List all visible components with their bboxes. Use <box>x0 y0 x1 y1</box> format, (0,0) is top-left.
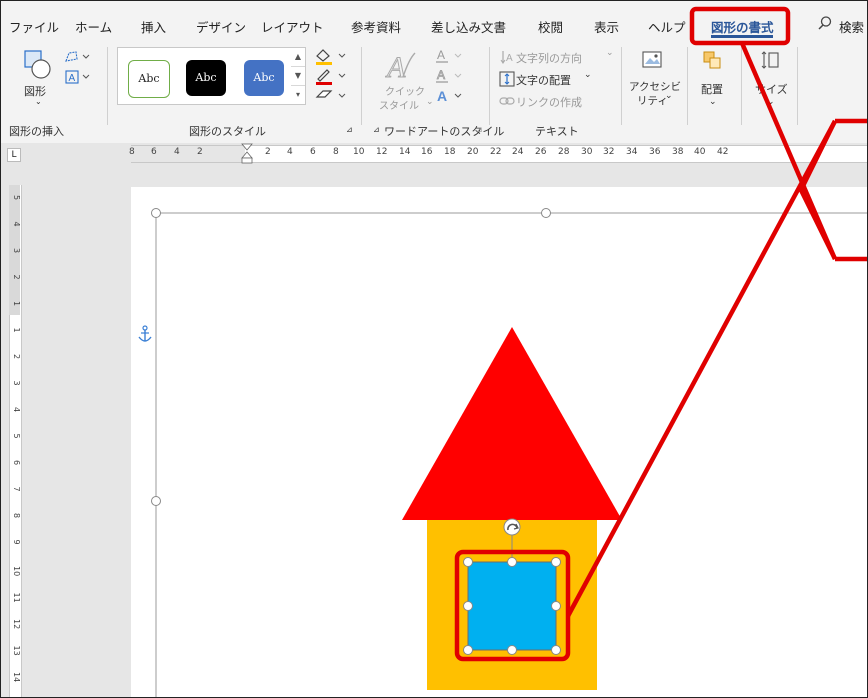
anchor-icon[interactable] <box>138 325 152 342</box>
resize-handle[interactable] <box>541 208 551 218</box>
highlight-box-tab <box>689 6 791 46</box>
word-window: ファイル ホーム 挿入 デザイン レイアウト 参考資料 差し込み文書 校閲 表示… <box>0 0 868 698</box>
resize-handle[interactable] <box>463 645 473 655</box>
resize-handle[interactable] <box>551 645 561 655</box>
callout-box <box>798 118 867 262</box>
resize-handle[interactable] <box>151 208 161 218</box>
resize-handle[interactable] <box>551 601 561 611</box>
resize-handle[interactable] <box>151 496 161 506</box>
resize-handle[interactable] <box>551 557 561 567</box>
callout-connector-line <box>566 119 837 618</box>
drawing-layer <box>138 6 867 697</box>
resize-handle[interactable] <box>507 557 517 567</box>
roof-triangle-shape[interactable] <box>402 327 622 520</box>
window-square-shape[interactable] <box>467 561 557 651</box>
resize-handle[interactable] <box>463 557 473 567</box>
resize-handle[interactable] <box>507 645 517 655</box>
resize-handle[interactable] <box>463 601 473 611</box>
